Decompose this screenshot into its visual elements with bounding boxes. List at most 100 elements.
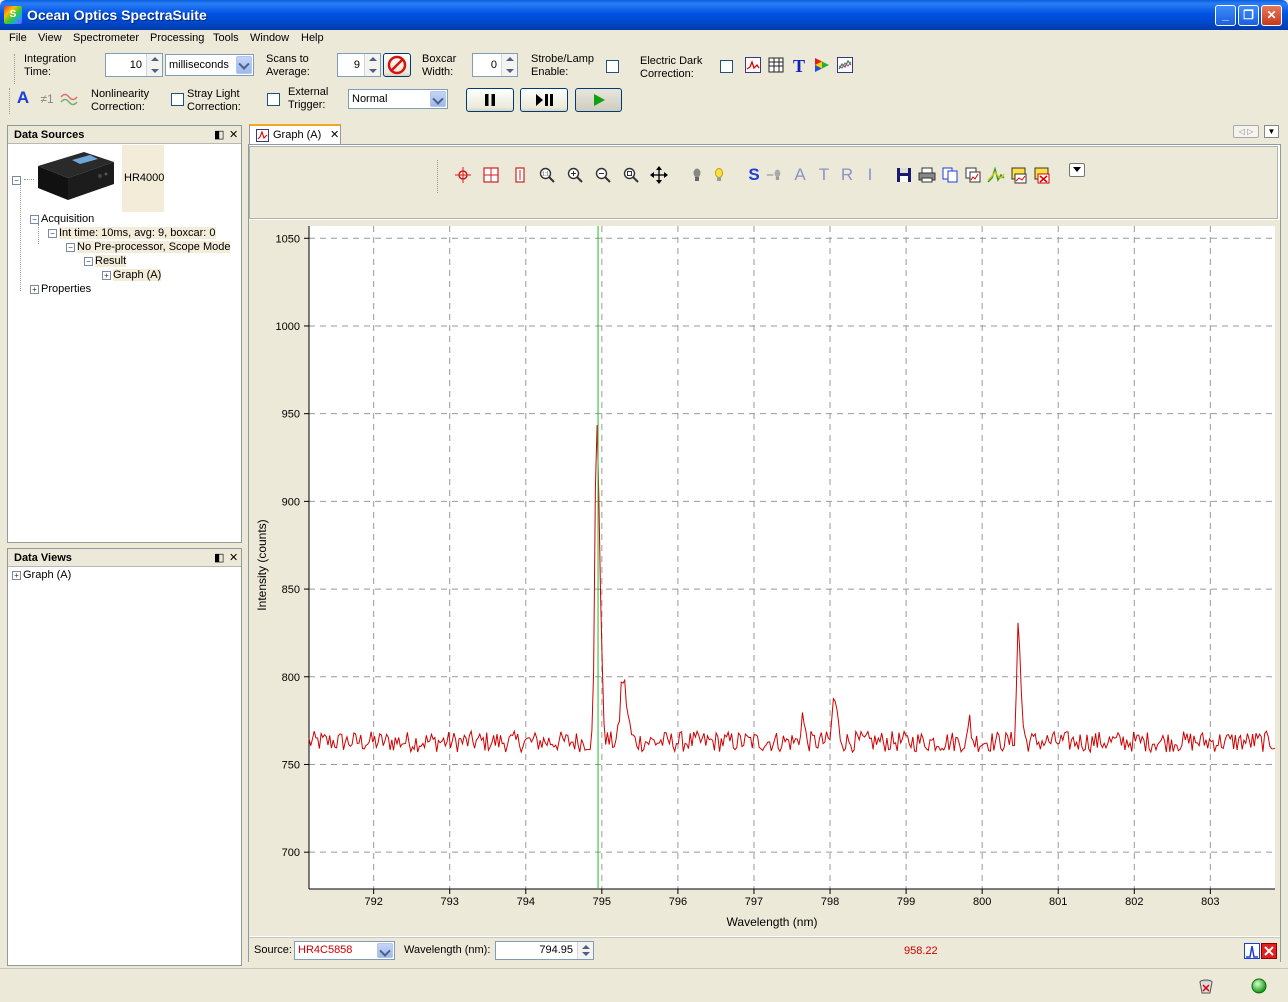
strobe-lamp-checkbox[interactable] (606, 60, 619, 73)
spin-arrows[interactable] (501, 54, 517, 76)
absorbance-mode-icon[interactable]: A (791, 166, 809, 184)
close-icon[interactable]: ✕ (229, 128, 238, 141)
step-button[interactable] (520, 88, 568, 112)
integration-unit-select[interactable]: milliseconds (165, 54, 254, 76)
collapse-icon[interactable]: − (30, 214, 39, 224)
zoom-fit-icon[interactable]: 1:1 (538, 166, 556, 184)
scope-minus-dark-icon[interactable] (766, 166, 784, 184)
zoom-in-icon[interactable] (566, 166, 584, 184)
export-graph-icon[interactable] (1010, 166, 1028, 184)
zoom-vertical-icon[interactable] (511, 166, 529, 184)
peak-fit-icon[interactable] (1244, 943, 1260, 959)
wavelength-cursor-stepper[interactable]: 794.95 (495, 941, 594, 960)
chevron-down-icon[interactable] (1073, 167, 1081, 172)
toolbar-grip[interactable] (9, 88, 12, 114)
integration-time-stepper[interactable]: 10 (105, 53, 163, 77)
print-icon[interactable] (918, 166, 936, 184)
tree-item-int-time[interactable]: − Int time: 10ms, avg: 9, boxcar: 0 (48, 227, 216, 239)
menu-window[interactable]: Window (250, 32, 289, 44)
tab-graph-a[interactable]: Graph (A) ✕ (249, 124, 341, 144)
expand-icon[interactable]: + (102, 270, 111, 280)
absorbance-icon[interactable]: A (16, 89, 30, 106)
tree-item-properties[interactable]: + Properties (30, 283, 91, 295)
tree-item-graph[interactable]: + Graph (A) (12, 569, 71, 581)
trash-icon[interactable] (1197, 977, 1215, 995)
save-icon[interactable] (895, 166, 913, 184)
nonlinearity-checkbox[interactable] (171, 93, 184, 106)
boxcar-width-stepper[interactable]: 0 (472, 53, 518, 77)
boxcar-value[interactable]: 0 (491, 59, 497, 71)
menu-help[interactable]: Help (301, 32, 324, 44)
minimize-panel-icon[interactable]: ◧ (214, 128, 224, 141)
crosshair-icon[interactable] (454, 166, 472, 184)
source-select[interactable]: HR4C5858 (294, 941, 395, 960)
electric-dark-checkbox[interactable] (720, 60, 733, 73)
close-tab-icon[interactable]: ✕ (330, 128, 339, 141)
pause-button[interactable] (466, 88, 514, 112)
reflection-mode-icon[interactable]: R (838, 166, 856, 184)
clear-icon[interactable] (1261, 943, 1277, 959)
toolbar-grip[interactable] (437, 160, 440, 193)
spin-arrows[interactable] (146, 54, 162, 76)
tree-toggle[interactable]: − (12, 174, 23, 186)
pan-icon[interactable] (650, 166, 668, 184)
collapse-icon[interactable]: − (84, 256, 93, 266)
collapse-icon[interactable]: − (48, 228, 57, 238)
collapse-icon[interactable]: − (12, 175, 21, 185)
delete-overlay-icon[interactable] (1033, 166, 1051, 184)
menu-tools[interactable]: Tools (213, 32, 239, 44)
zoom-out-icon[interactable] (594, 166, 612, 184)
scans-to-average-stepper[interactable]: 9 (337, 53, 381, 77)
zoom-reset-icon[interactable] (622, 166, 640, 184)
chevron-down-icon[interactable] (430, 91, 446, 107)
close-icon[interactable]: ✕ (229, 551, 238, 564)
stray-light-checkbox[interactable] (267, 93, 280, 106)
irradiance-mode-icon[interactable]: I (861, 166, 879, 184)
minimize-button[interactable]: _ (1215, 5, 1236, 26)
toolbar-overflow-dropdown[interactable] (1069, 163, 1085, 177)
menu-file[interactable]: File (9, 32, 27, 44)
restore-button[interactable]: ❐ (1238, 5, 1259, 26)
chevron-down-icon[interactable] (236, 56, 252, 74)
collapse-icon[interactable]: − (66, 242, 75, 252)
toolbar-grip[interactable] (14, 54, 17, 84)
transmission-mode-icon[interactable]: T (815, 166, 833, 184)
expand-icon[interactable]: + (12, 570, 21, 580)
tab-scroll-arrows-icon[interactable]: ◁ ▷ (1233, 125, 1259, 138)
chevron-down-icon[interactable] (377, 943, 393, 958)
spectrum-chart[interactable]: 792 793 794 795 796 797 798 799 800 801 802 803 700 7… (249, 220, 1280, 936)
spectrum-graph-icon[interactable] (744, 56, 762, 74)
wave-icon[interactable] (60, 91, 78, 107)
spin-arrows[interactable] (577, 942, 593, 959)
spectrum-chart-svg[interactable]: 792 793 794 795 796 797 798 799 800 801 802 803 700 7… (249, 220, 1280, 936)
copy-icon[interactable] (941, 166, 959, 184)
device-label[interactable]: HR4000 (122, 145, 164, 212)
integration-time-value[interactable]: 10 (130, 59, 142, 71)
color-icon[interactable] (813, 56, 831, 74)
spin-arrows[interactable] (364, 54, 380, 76)
overlay-graph-icon[interactable] (836, 56, 854, 74)
not-equal-one-icon[interactable]: ≠1 (37, 91, 57, 107)
tree-item-graph[interactable]: + Graph (A) (102, 269, 162, 281)
wavelength-value[interactable]: 794.95 (539, 944, 573, 956)
menu-processing[interactable]: Processing (150, 32, 204, 44)
table-icon[interactable] (767, 56, 785, 74)
lightbulb-on-icon[interactable] (710, 166, 728, 184)
trigger-mode-select[interactable]: Normal (348, 89, 448, 109)
menu-view[interactable]: View (38, 32, 62, 44)
peak-marker-icon[interactable] (987, 166, 1005, 184)
tree-item-acquisition[interactable]: − Acquisition (30, 213, 94, 225)
copy-graph-icon[interactable] (964, 166, 982, 184)
scope-mode-icon[interactable]: S (745, 166, 763, 184)
tab-list-dropdown-icon[interactable]: ▼ (1264, 125, 1279, 138)
expand-icon[interactable]: + (30, 284, 39, 294)
tree-item-result[interactable]: − Result (84, 255, 127, 267)
menu-spectrometer[interactable]: Spectrometer (73, 32, 139, 44)
lightbulb-off-icon[interactable] (688, 166, 706, 184)
stop-averaging-button[interactable] (383, 53, 411, 77)
close-button[interactable]: ✕ (1261, 5, 1282, 26)
minimize-panel-icon[interactable]: ◧ (214, 551, 224, 564)
tree-item-preprocessor[interactable]: − No Pre-processor, Scope Mode (66, 241, 231, 253)
zoom-box-icon[interactable] (482, 166, 500, 184)
scans-value[interactable]: 9 (354, 59, 360, 71)
